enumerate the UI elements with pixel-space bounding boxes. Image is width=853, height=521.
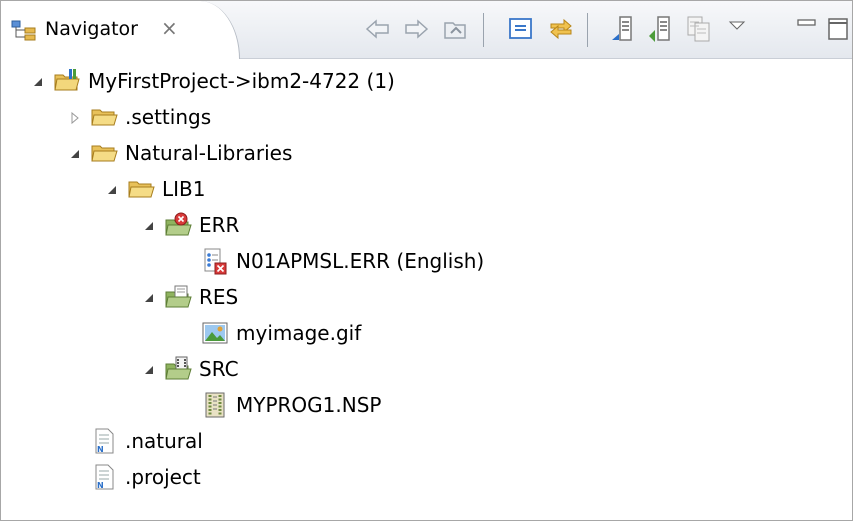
tree-node-lib1[interactable]: LIB1 bbox=[1, 171, 852, 207]
navigator-icon bbox=[11, 19, 37, 41]
toolbar-separator bbox=[483, 13, 484, 47]
resource-folder-icon bbox=[164, 283, 192, 311]
tree-node-label: RES bbox=[199, 285, 239, 309]
close-icon[interactable]: × bbox=[161, 14, 178, 42]
error-file-icon bbox=[201, 247, 229, 275]
tree-node-label: .project bbox=[125, 465, 201, 489]
svg-text:N: N bbox=[97, 481, 104, 490]
minimize-icon[interactable] bbox=[795, 14, 819, 44]
compare-icon[interactable] bbox=[684, 14, 714, 44]
natural-file-icon: N bbox=[90, 427, 118, 455]
tree-node-src[interactable]: SRC bbox=[1, 351, 852, 387]
expanded-arrow-icon[interactable] bbox=[142, 218, 156, 232]
tree-node-label: .settings bbox=[125, 105, 212, 129]
tree-node-label: myimage.gif bbox=[236, 321, 362, 345]
tree-node-myprog1-nsp[interactable]: MYPROG1.NSP bbox=[1, 387, 852, 423]
collapsed-arrow-icon[interactable] bbox=[68, 110, 82, 125]
tree-node-n01apmsl-err-english[interactable]: N01APMSL.ERR (English) bbox=[1, 243, 852, 279]
expanded-arrow-icon[interactable] bbox=[142, 290, 156, 304]
collapse-all-icon[interactable] bbox=[506, 14, 536, 44]
tree-node-myfirstproject-ibm2-4722-1[interactable]: MyFirstProject->ibm2-4722 (1) bbox=[1, 63, 852, 99]
folder-icon bbox=[90, 139, 118, 167]
navigator-tree: MyFirstProject->ibm2-4722 (1) .settings Na… bbox=[1, 59, 852, 520]
natural-file-icon: N bbox=[90, 463, 118, 491]
tree-node-label: LIB1 bbox=[162, 177, 206, 201]
up-icon[interactable] bbox=[441, 14, 471, 44]
navigator-tab[interactable]: Navigator × bbox=[1, 1, 240, 59]
tree-node-natural-libraries[interactable]: Natural-Libraries bbox=[1, 135, 852, 171]
tree-node-label: MyFirstProject->ibm2-4722 (1) bbox=[88, 69, 395, 93]
tree-node-label: N01APMSL.ERR (English) bbox=[236, 249, 485, 273]
source-folder-icon bbox=[164, 355, 192, 383]
project-icon bbox=[53, 67, 81, 95]
tree-node-settings[interactable]: .settings bbox=[1, 99, 852, 135]
expanded-arrow-icon[interactable] bbox=[142, 362, 156, 376]
view-tab-bar: Navigator × bbox=[1, 1, 852, 59]
upload-icon[interactable] bbox=[608, 14, 638, 44]
back-icon[interactable] bbox=[363, 14, 393, 44]
forward-icon[interactable] bbox=[401, 14, 431, 44]
folder-icon bbox=[127, 175, 155, 203]
image-file-icon bbox=[201, 319, 229, 347]
tree-node-res[interactable]: RES bbox=[1, 279, 852, 315]
tree-node-project[interactable]: N .project bbox=[1, 459, 852, 495]
tree-node-myimage-gif[interactable]: myimage.gif bbox=[1, 315, 852, 351]
navigator-view: Navigator × MyFirstProject->ibm2-4722 (1… bbox=[0, 0, 853, 521]
program-file-icon bbox=[201, 391, 229, 419]
link-with-editor-icon[interactable] bbox=[546, 14, 576, 44]
svg-text:N: N bbox=[97, 445, 104, 454]
expanded-arrow-icon[interactable] bbox=[68, 146, 82, 160]
tree-node-natural[interactable]: N .natural bbox=[1, 423, 852, 459]
maximize-icon[interactable] bbox=[825, 14, 851, 44]
tree-node-label: MYPROG1.NSP bbox=[236, 393, 382, 417]
tree-node-label: ERR bbox=[199, 213, 240, 237]
folder-icon bbox=[90, 103, 118, 131]
tree-node-err[interactable]: ERR bbox=[1, 207, 852, 243]
expanded-arrow-icon[interactable] bbox=[105, 182, 119, 196]
toolbar-separator bbox=[587, 13, 588, 47]
tree-node-label: .natural bbox=[125, 429, 203, 453]
download-icon[interactable] bbox=[646, 14, 676, 44]
tree-node-label: Natural-Libraries bbox=[125, 141, 293, 165]
expanded-arrow-icon[interactable] bbox=[31, 74, 45, 88]
error-folder-icon bbox=[164, 211, 192, 239]
view-menu-icon[interactable] bbox=[727, 14, 747, 44]
tab-title: Navigator bbox=[45, 18, 138, 40]
tree-node-label: SRC bbox=[199, 357, 239, 381]
